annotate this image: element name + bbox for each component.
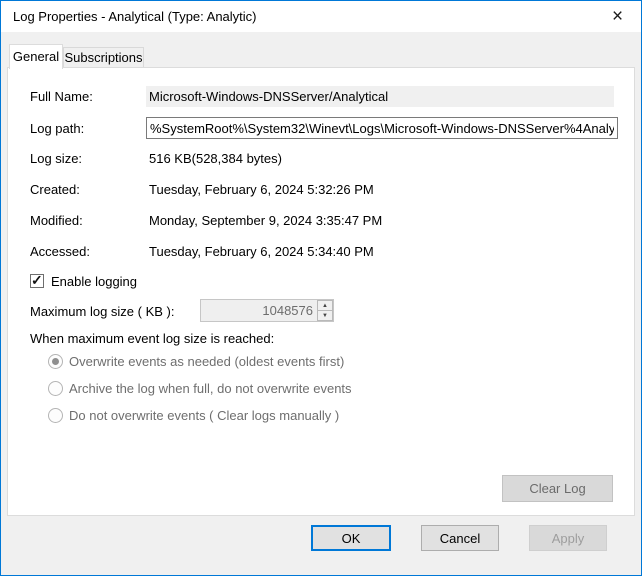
chevron-up-icon: ▲ — [322, 303, 328, 309]
enable-logging-label: Enable logging — [51, 274, 137, 289]
radio-icon[interactable] — [48, 354, 63, 369]
full-name-label: Full Name: — [30, 89, 93, 104]
modified-label: Modified: — [30, 213, 83, 228]
max-log-size-value: 1048576 — [201, 300, 317, 321]
when-max-size-label: When maximum event log size is reached: — [30, 331, 274, 346]
clear-log-button[interactable]: Clear Log — [502, 475, 613, 502]
title-bar: Log Properties - Analytical (Type: Analy… — [1, 1, 641, 32]
accessed-value: Tuesday, February 6, 2024 5:34:40 PM — [149, 244, 374, 259]
tab-subscriptions[interactable]: Subscriptions — [63, 47, 144, 68]
dialog-footer: OK Cancel Apply — [1, 525, 641, 551]
close-button[interactable]: × — [595, 1, 640, 31]
radio-label: Overwrite events as needed (oldest event… — [69, 354, 344, 369]
full-name-value: Microsoft-Windows-DNSServer/Analytical — [146, 86, 614, 107]
enable-logging-checkbox[interactable]: ✓ — [30, 274, 44, 288]
spinner-down-button[interactable]: ▼ — [317, 310, 333, 321]
log-path-label: Log path: — [30, 121, 84, 136]
created-value: Tuesday, February 6, 2024 5:32:26 PM — [149, 182, 374, 197]
max-log-size-label: Maximum log size ( KB ): — [30, 304, 174, 319]
log-size-label: Log size: — [30, 151, 82, 166]
log-path-input[interactable] — [146, 117, 618, 139]
general-tab-panel: Full Name: Microsoft-Windows-DNSServer/A… — [7, 67, 635, 516]
radio-label: Do not overwrite events ( Clear logs man… — [69, 408, 339, 423]
close-icon: × — [612, 7, 623, 26]
chevron-down-icon: ▼ — [322, 313, 328, 319]
radio-label: Archive the log when full, do not overwr… — [69, 381, 352, 396]
created-label: Created: — [30, 182, 80, 197]
spinner-up-button[interactable]: ▲ — [317, 300, 333, 310]
ok-button[interactable]: OK — [311, 525, 391, 551]
radio-dot-icon — [52, 358, 59, 365]
radio-icon[interactable] — [48, 408, 63, 423]
log-properties-dialog: Log Properties - Analytical (Type: Analy… — [0, 0, 642, 576]
log-size-value: 516 KB(528,384 bytes) — [149, 151, 282, 166]
radio-icon[interactable] — [48, 381, 63, 396]
cancel-button[interactable]: Cancel — [421, 525, 499, 551]
max-log-size-spinner[interactable]: 1048576 ▲ ▼ — [200, 299, 334, 322]
accessed-label: Accessed: — [30, 244, 90, 259]
checkmark-icon: ✓ — [31, 272, 43, 289]
tab-general[interactable]: General — [9, 44, 63, 69]
apply-button[interactable]: Apply — [529, 525, 607, 551]
modified-value: Monday, September 9, 2024 3:35:47 PM — [149, 213, 382, 228]
window-title: Log Properties - Analytical (Type: Analy… — [13, 9, 257, 24]
